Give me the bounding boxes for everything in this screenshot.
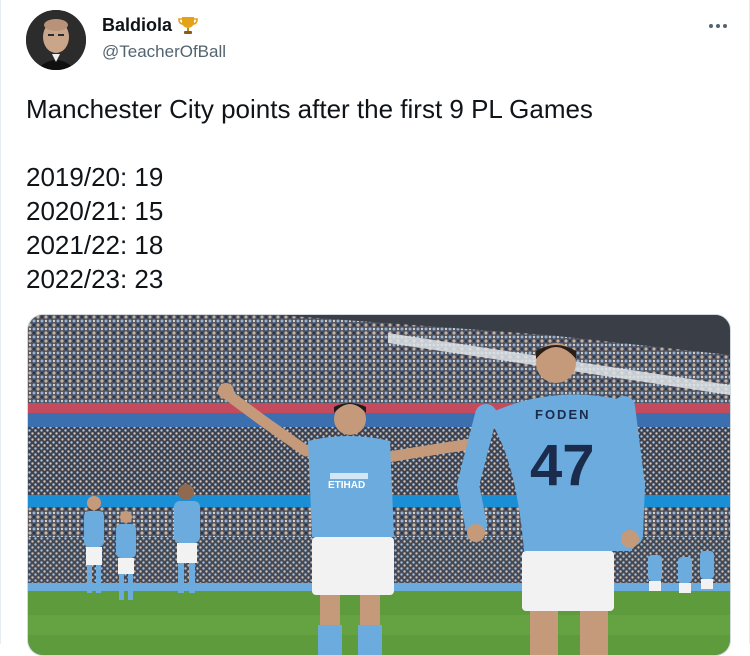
avatar-image <box>26 10 86 70</box>
shirt-name: FODEN <box>535 407 591 422</box>
trophy-icon <box>177 14 199 36</box>
author-handle[interactable]: @TeacherOfBall <box>102 42 226 62</box>
display-name[interactable]: Baldiola <box>102 15 172 36</box>
match-photo: FODEN 47 ETIHAD <box>28 315 730 655</box>
author-name-row: Baldiola <box>102 14 199 36</box>
tweet-card: Baldiola @TeacherOfBall Manchester City … <box>0 0 750 656</box>
stat-line: 2022/23: 23 <box>26 264 164 294</box>
stat-line: 2021/22: 18 <box>26 230 164 260</box>
tweet-headline: Manchester City points after the first 9… <box>26 94 593 124</box>
tweet-text: Manchester City points after the first 9… <box>26 92 726 296</box>
shirt-number: 47 <box>530 433 595 498</box>
more-options-icon[interactable] <box>701 16 735 36</box>
tweet-photo[interactable]: FODEN 47 ETIHAD <box>27 314 731 656</box>
stat-line: 2020/21: 15 <box>26 196 164 226</box>
stat-line: 2019/20: 19 <box>26 162 164 192</box>
shirt-sponsor: ETIHAD <box>328 480 365 491</box>
avatar[interactable] <box>26 10 86 70</box>
